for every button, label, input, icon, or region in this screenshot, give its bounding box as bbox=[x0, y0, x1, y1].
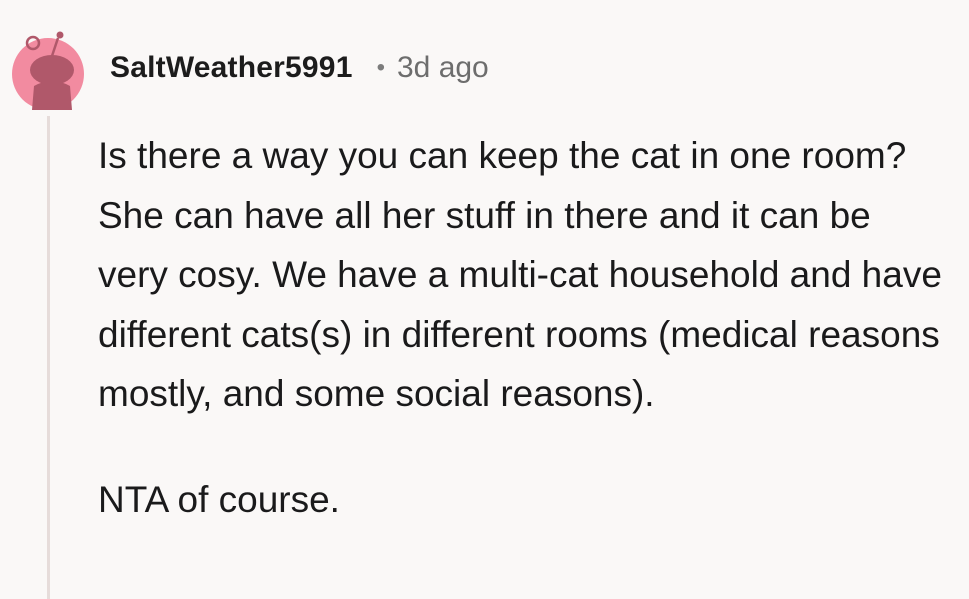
comment-body: Is there a way you can keep the cat in o… bbox=[98, 126, 948, 529]
comment: SaltWeather5991 • 3d ago Is there a way … bbox=[0, 0, 969, 599]
avatar[interactable] bbox=[12, 18, 84, 112]
reddit-snoo-avatar-icon bbox=[12, 31, 84, 110]
comment-header: SaltWeather5991 • 3d ago bbox=[110, 46, 489, 90]
comment-timestamp[interactable]: 3d ago bbox=[397, 51, 489, 85]
comment-paragraph: Is there a way you can keep the cat in o… bbox=[98, 135, 942, 414]
comment-paragraph: NTA of course. bbox=[98, 478, 340, 520]
separator-dot: • bbox=[376, 54, 385, 81]
thread-line[interactable] bbox=[47, 116, 50, 599]
author-username[interactable]: SaltWeather5991 bbox=[110, 51, 353, 85]
